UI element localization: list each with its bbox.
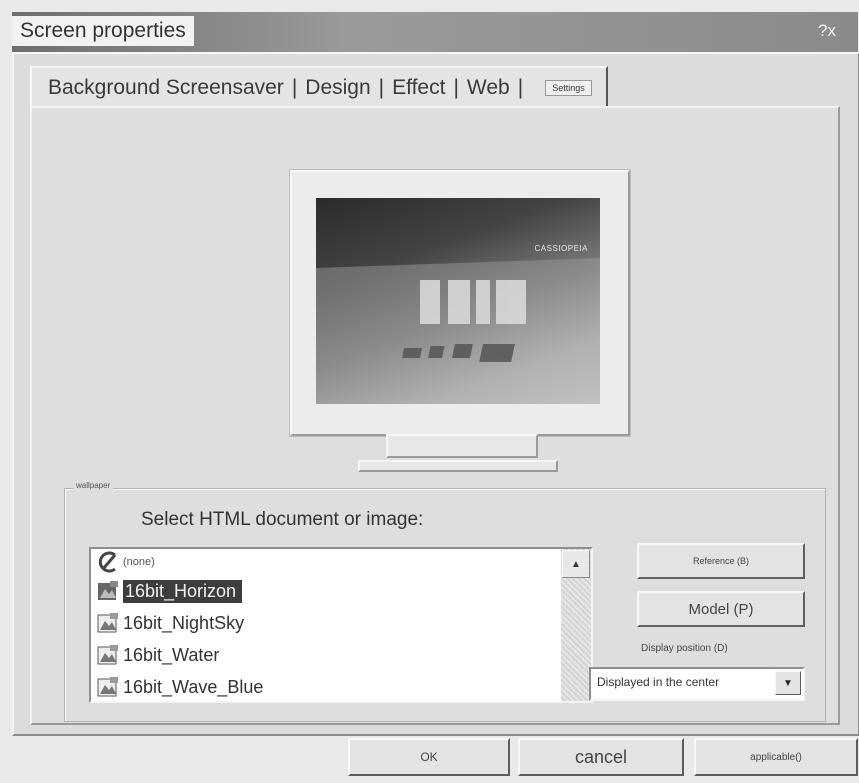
window-title: Screen properties <box>12 16 194 46</box>
monitor-preview: CASSIOPEIA <box>290 170 630 436</box>
list-item[interactable]: 16bit_Horizon <box>91 575 591 607</box>
tab-background-screensaver[interactable]: Background Screensaver <box>48 76 284 100</box>
display-position-label: Display position (D) <box>641 643 728 654</box>
list-item-label: 16bit_Wave_Blue <box>123 676 264 697</box>
tab-strip: Background Screensaver | Design | Effect… <box>30 66 608 108</box>
list-scrollbar[interactable]: ▲ <box>561 549 591 701</box>
preview-screen-text: CASSIOPEIA <box>534 244 588 253</box>
list-item[interactable]: 16bit_Water <box>91 639 591 671</box>
tab-separator: | <box>291 76 298 99</box>
wallpaper-prompt: Select HTML document or image: <box>141 509 424 530</box>
wallpaper-group-label: wallpaper <box>73 481 114 490</box>
list-item-label: (none) <box>123 556 155 568</box>
wallpaper-listbox[interactable]: (none) 16bit_Horizon 16bit_NightSky 16bi… <box>89 547 593 703</box>
list-item-label: 16bit_Water <box>123 644 220 665</box>
chevron-down-icon[interactable]: ▼ <box>775 671 801 695</box>
scroll-up-button[interactable]: ▲ <box>562 550 590 578</box>
up-arrow-icon: ▲ <box>571 558 581 570</box>
display-position-select[interactable]: Displayed in the center ▼ <box>589 667 805 701</box>
tab-effect[interactable]: Effect <box>392 76 445 100</box>
monitor-base <box>358 460 558 472</box>
tab-panel: CASSIOPEIA wallpaper Select HTML documen… <box>30 106 840 725</box>
apply-button[interactable]: applicable() <box>694 738 858 776</box>
tab-design[interactable]: Design <box>305 76 370 100</box>
cancel-button[interactable]: cancel <box>518 738 684 776</box>
list-item[interactable]: 16bit_Wave_Blue <box>91 671 591 701</box>
image-file-icon <box>95 611 121 635</box>
none-icon <box>95 550 121 574</box>
wallpaper-group: wallpaper Select HTML document or image:… <box>64 481 826 722</box>
tab-separator: | <box>378 76 385 99</box>
dialog-body: Background Screensaver | Design | Effect… <box>12 52 859 736</box>
image-file-icon <box>95 579 121 603</box>
list-item[interactable]: (none) <box>91 549 591 575</box>
monitor-stand <box>386 434 538 458</box>
list-item[interactable]: 16bit_NightSky <box>91 607 591 639</box>
tab-settings[interactable]: Settings <box>545 80 592 96</box>
list-item-label: 16bit_NightSky <box>123 612 245 633</box>
preview-screen: CASSIOPEIA <box>316 198 600 404</box>
help-close-button[interactable]: ?x <box>810 18 844 44</box>
image-file-icon <box>95 675 121 699</box>
tab-web[interactable]: Web <box>467 76 510 100</box>
ok-button[interactable]: OK <box>348 738 510 776</box>
tab-separator: | <box>453 76 459 99</box>
tab-separator: | <box>517 76 524 99</box>
list-item-label: 16bit_Horizon <box>123 579 243 603</box>
image-file-icon <box>95 643 121 667</box>
display-position-value: Displayed in the center <box>597 675 720 689</box>
title-bar: Screen properties ?x <box>12 12 858 52</box>
model-button[interactable]: Model (P) <box>637 591 805 627</box>
reference-button[interactable]: Reference (B) <box>637 543 805 579</box>
wallpaper-preview-image <box>316 258 600 404</box>
